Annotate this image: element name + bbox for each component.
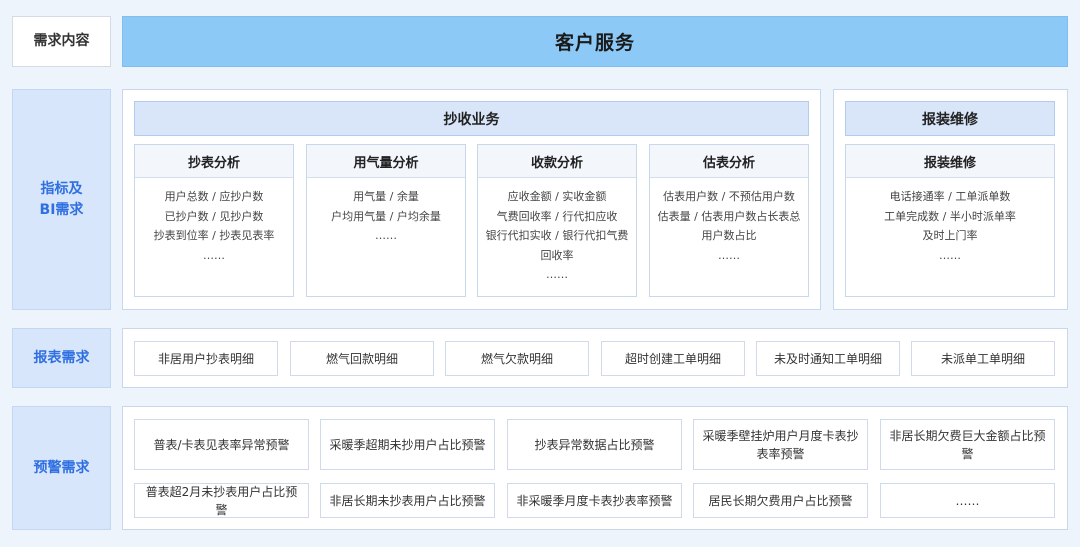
alert-item: 非采暖季月度卡表抄表率预警 bbox=[507, 483, 682, 518]
banner-title: 客户服务 bbox=[554, 32, 635, 54]
card-line: 工单完成数 / 半小时派单率 bbox=[884, 209, 1016, 223]
card-line: …… bbox=[939, 248, 961, 262]
card-line: 户均用气量 / 户均余量 bbox=[331, 209, 441, 223]
alert-item: 普表/卡表见表率异常预警 bbox=[134, 419, 309, 470]
card-repair: 报装维修 电话接通率 / 工单派单数 工单完成数 / 半小时派单率 及时上门率 … bbox=[845, 144, 1055, 297]
card-gas-usage: 用气量分析 用气量 / 余量 户均用气量 / 户均余量 …… bbox=[306, 144, 466, 297]
card-line: 已抄户数 / 见抄户数 bbox=[164, 209, 264, 223]
alert-item: 居民长期欠费用户占比预警 bbox=[693, 483, 868, 518]
card-line: …… bbox=[375, 229, 397, 242]
card-title: 估表分析 bbox=[650, 145, 808, 178]
alert-item: …… bbox=[880, 483, 1055, 518]
card-line: …… bbox=[203, 248, 225, 262]
alert-item: 非居长期未抄表用户占比预警 bbox=[320, 483, 495, 518]
card-body: 应收金额 / 实收金额 气费回收率 / 行代扣应收 银行代扣实收 / 银行代扣气… bbox=[478, 187, 636, 285]
report-item: 未派单工单明细 bbox=[911, 341, 1055, 376]
card-title: 抄表分析 bbox=[135, 145, 293, 178]
report-item: 非居用户抄表明细 bbox=[134, 341, 278, 376]
card-line: …… bbox=[718, 248, 740, 262]
alert-item: 采暖季超期未抄用户占比预警 bbox=[320, 419, 495, 470]
requirement-content-label: 需求内容 bbox=[12, 16, 111, 67]
card-title: 收款分析 bbox=[478, 145, 636, 178]
card-line: …… bbox=[546, 268, 568, 281]
alert-requirements-label: 预警需求 bbox=[12, 406, 111, 530]
card-line: 银行代扣实收 / 银行代扣气费 bbox=[485, 229, 629, 242]
card-collection: 收款分析 应收金额 / 实收金额 气费回收率 / 行代扣应收 银行代扣实收 / … bbox=[477, 144, 637, 297]
repair-section-title: 报装维修 bbox=[922, 111, 978, 128]
card-line: 用户数占比 bbox=[701, 229, 757, 242]
alert-item: 非居长期欠费巨大金额占比预警 bbox=[880, 419, 1055, 470]
alert-item: 抄表异常数据占比预警 bbox=[507, 419, 682, 470]
card-line: 用户总数 / 应抄户数 bbox=[164, 190, 264, 203]
metrics-label-line1: 指标及 bbox=[40, 180, 83, 197]
card-line: 回收率 bbox=[540, 248, 574, 262]
card-line: 及时上门率 bbox=[922, 229, 978, 242]
card-line: 抄表到位率 / 抄表见表率 bbox=[153, 229, 275, 242]
card-body: 电话接通率 / 工单派单数 工单完成数 / 半小时派单率 及时上门率 …… bbox=[846, 187, 1054, 265]
card-line: 用气量 / 余量 bbox=[353, 190, 419, 203]
requirement-content-text: 需求内容 bbox=[33, 33, 90, 49]
alert-label-text: 预警需求 bbox=[33, 459, 90, 476]
billing-section-title: 抄收业务 bbox=[443, 111, 500, 128]
report-item: 超时创建工单明细 bbox=[601, 341, 745, 376]
customer-service-banner: 客户服务 bbox=[122, 16, 1068, 67]
card-line: 气费回收率 / 行代扣应收 bbox=[496, 209, 618, 223]
card-body: 估表用户数 / 不预估用户数 估表量 / 估表用户数占长表总 用户数占比 …… bbox=[650, 187, 808, 265]
metrics-label-line2: BI需求 bbox=[39, 201, 84, 218]
card-line: 估表用户数 / 不预估用户数 bbox=[663, 190, 795, 203]
alert-item: 普表超2月未抄表用户占比预警 bbox=[134, 483, 309, 518]
card-meter-reading: 抄表分析 用户总数 / 应抄户数 已抄户数 / 见抄户数 抄表到位率 / 抄表见… bbox=[134, 144, 294, 297]
card-title: 用气量分析 bbox=[307, 145, 465, 178]
billing-section-header: 抄收业务 bbox=[134, 101, 809, 136]
alert-item: 采暖季壁挂炉用户月度卡表抄表率预警 bbox=[693, 419, 868, 470]
card-line: 应收金额 / 实收金额 bbox=[507, 190, 607, 203]
report-item: 未及时通知工单明细 bbox=[756, 341, 900, 376]
card-body: 用户总数 / 应抄户数 已抄户数 / 见抄户数 抄表到位率 / 抄表见表率 …… bbox=[135, 187, 293, 265]
card-title: 报装维修 bbox=[846, 145, 1054, 178]
card-body: 用气量 / 余量 户均用气量 / 户均余量 …… bbox=[307, 187, 465, 246]
repair-section-header: 报装维修 bbox=[845, 101, 1055, 136]
card-line: 电话接通率 / 工单派单数 bbox=[889, 190, 1011, 203]
report-requirements-label: 报表需求 bbox=[12, 328, 111, 388]
metrics-bi-label: 指标及 BI需求 bbox=[12, 89, 111, 310]
card-line: 估表量 / 估表用户数占长表总 bbox=[657, 209, 801, 223]
report-label-text: 报表需求 bbox=[33, 349, 90, 366]
report-item: 燃气回款明细 bbox=[290, 341, 434, 376]
card-estimate: 估表分析 估表用户数 / 不预估用户数 估表量 / 估表用户数占长表总 用户数占… bbox=[649, 144, 809, 297]
report-item: 燃气欠款明细 bbox=[445, 341, 589, 376]
